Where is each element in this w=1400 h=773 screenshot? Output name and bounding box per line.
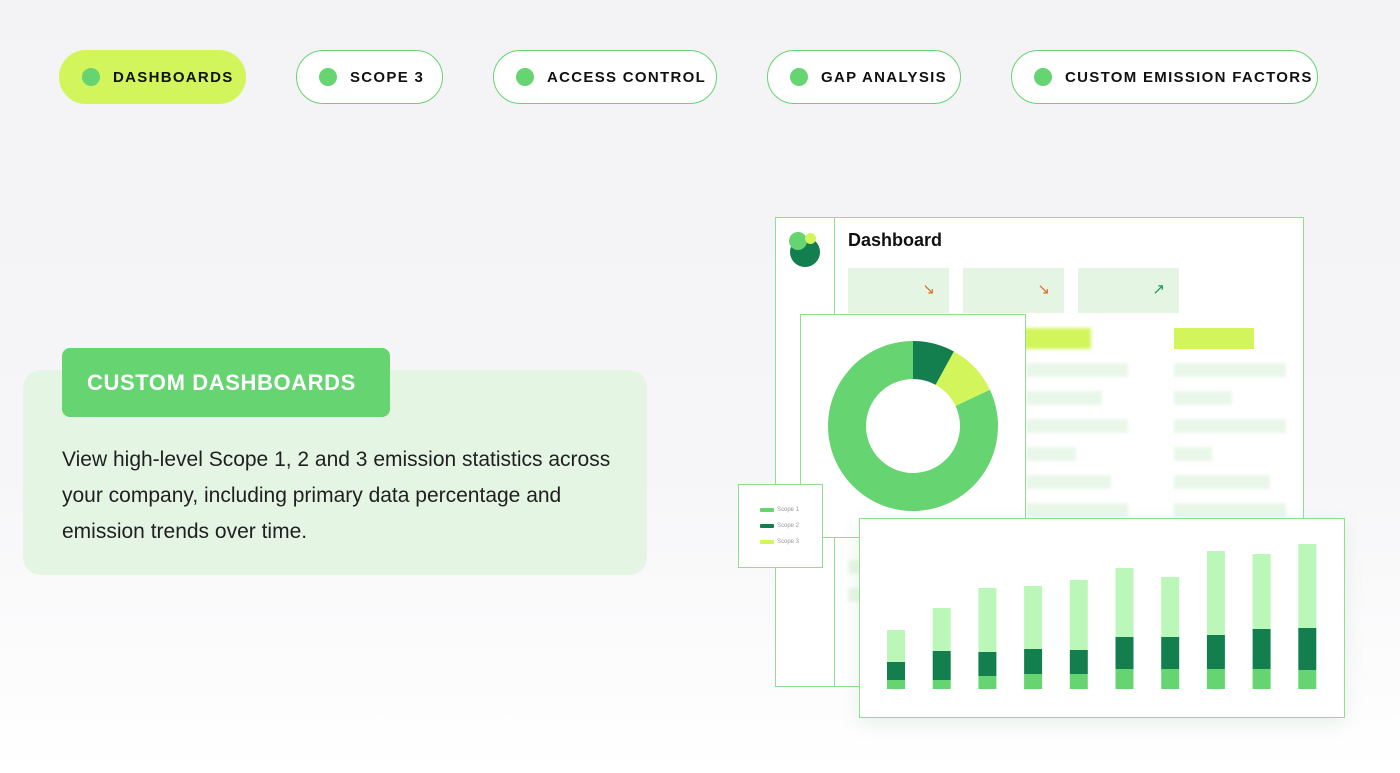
tab-label: ACCESS CONTROL [547, 68, 707, 86]
table-row-placeholder [1026, 391, 1102, 405]
tab-label: GAP ANALYSIS [821, 68, 947, 86]
table-header-placeholder [1174, 328, 1254, 349]
table-row-placeholder [1026, 363, 1128, 377]
bar-segment-scope-1 [1252, 669, 1271, 689]
bar-segment-scope-1 [932, 680, 951, 689]
chart-legend: Scope 1 Scope 2 Scope 3 [738, 484, 823, 568]
kpi-card: ↘ [848, 268, 949, 313]
stacked-bar-chart [887, 544, 1317, 689]
tab-dot-icon [82, 68, 100, 86]
bar-segment-scope-3 [1069, 580, 1088, 650]
legend-item-scope-3: Scope 3 [760, 539, 799, 545]
feature-tabs: DASHBOARDS SCOPE 3 ACCESS CONTROL GAP AN… [0, 0, 1400, 120]
bar-segment-scope-1 [1206, 669, 1225, 689]
kpi-card: ↘ [963, 268, 1064, 313]
trend-down-icon: ↘ [1037, 281, 1050, 298]
table-row-placeholder [1174, 503, 1286, 517]
table-row-placeholder [1026, 475, 1111, 489]
tab-custom-emission-factors[interactable]: CUSTOM EMISSION FACTORS [1011, 50, 1318, 104]
legend-label: Scope 2 [777, 523, 800, 529]
bar-segment-scope-3 [1161, 577, 1180, 637]
bar-segment-scope-3 [1115, 568, 1134, 637]
table-row-placeholder [1026, 447, 1076, 461]
table-row-placeholder [1174, 391, 1232, 405]
dashboard-title: Dashboard [848, 230, 943, 250]
feature-title: CUSTOM DASHBOARDS [87, 369, 356, 395]
bar-segment-scope-2 [887, 662, 905, 680]
bar-segment-scope-2 [1161, 637, 1180, 669]
table-row-placeholder [1174, 419, 1286, 433]
tab-label: DASHBOARDS [113, 68, 234, 86]
bar-segment-scope-1 [1024, 674, 1043, 689]
feature-title-badge: CUSTOM DASHBOARDS [62, 348, 390, 417]
bar-segment-scope-2 [978, 652, 997, 676]
table-row-placeholder [1026, 419, 1128, 433]
bar-segment-scope-2 [1298, 628, 1317, 670]
tab-label: SCOPE 3 [350, 68, 425, 86]
tab-dot-icon [1034, 68, 1052, 86]
bar-segment-scope-3 [1298, 544, 1317, 628]
legend-label: Scope 1 [777, 507, 800, 513]
bar-segment-scope-2 [1252, 629, 1271, 669]
tab-gap-analysis[interactable]: GAP ANALYSIS [767, 50, 961, 104]
table-row-placeholder [1026, 503, 1128, 517]
legend-item-scope-1: Scope 1 [760, 507, 799, 513]
bar-segment-scope-1 [1115, 669, 1134, 689]
bar-segment-scope-3 [1252, 554, 1271, 629]
tab-scope-3[interactable]: SCOPE 3 [296, 50, 443, 104]
bar-segment-scope-3 [1206, 551, 1225, 635]
bar-segment-scope-1 [1069, 674, 1088, 689]
trend-down-icon: ↘ [922, 281, 935, 298]
logo-icon-accent [789, 232, 807, 250]
legend-swatch [760, 540, 774, 544]
tab-dot-icon [319, 68, 337, 86]
bar-segment-scope-2 [932, 651, 951, 680]
trend-up-icon: ↗ [1152, 281, 1165, 298]
legend-swatch [760, 524, 774, 528]
bar-segment-scope-3 [932, 608, 951, 651]
legend-swatch [760, 508, 774, 512]
bar-segment-scope-2 [1115, 637, 1134, 669]
tab-dot-icon [516, 68, 534, 86]
bar-segment-scope-2 [1024, 649, 1043, 674]
tab-dashboards[interactable]: DASHBOARDS [59, 50, 246, 104]
tab-dot-icon [790, 68, 808, 86]
bar-segment-scope-3 [1024, 586, 1043, 649]
bar-segment-scope-2 [1069, 650, 1088, 674]
bar-segment-scope-1 [1298, 670, 1317, 689]
feature-description: View high-level Scope 1, 2 and 3 emissio… [62, 448, 611, 543]
bar-segment-scope-1 [1161, 669, 1180, 689]
table-row-placeholder [1174, 363, 1286, 377]
bar-segment-scope-1 [978, 676, 997, 689]
kpi-card: ↗ [1078, 268, 1179, 313]
tab-access-control[interactable]: ACCESS CONTROL [493, 50, 717, 104]
tab-label: CUSTOM EMISSION FACTORS [1065, 68, 1313, 86]
logo-icon-dot [805, 233, 816, 244]
legend-label: Scope 3 [777, 539, 800, 545]
legend-item-scope-2: Scope 2 [760, 523, 799, 529]
bar-segment-scope-2 [1206, 635, 1225, 669]
bar-segment-scope-3 [887, 630, 905, 662]
donut-chart [828, 341, 998, 511]
bar-segment-scope-1 [887, 680, 905, 689]
table-row-placeholder [1174, 447, 1212, 461]
bar-segment-scope-3 [978, 588, 997, 652]
table-row-placeholder [1174, 475, 1270, 489]
